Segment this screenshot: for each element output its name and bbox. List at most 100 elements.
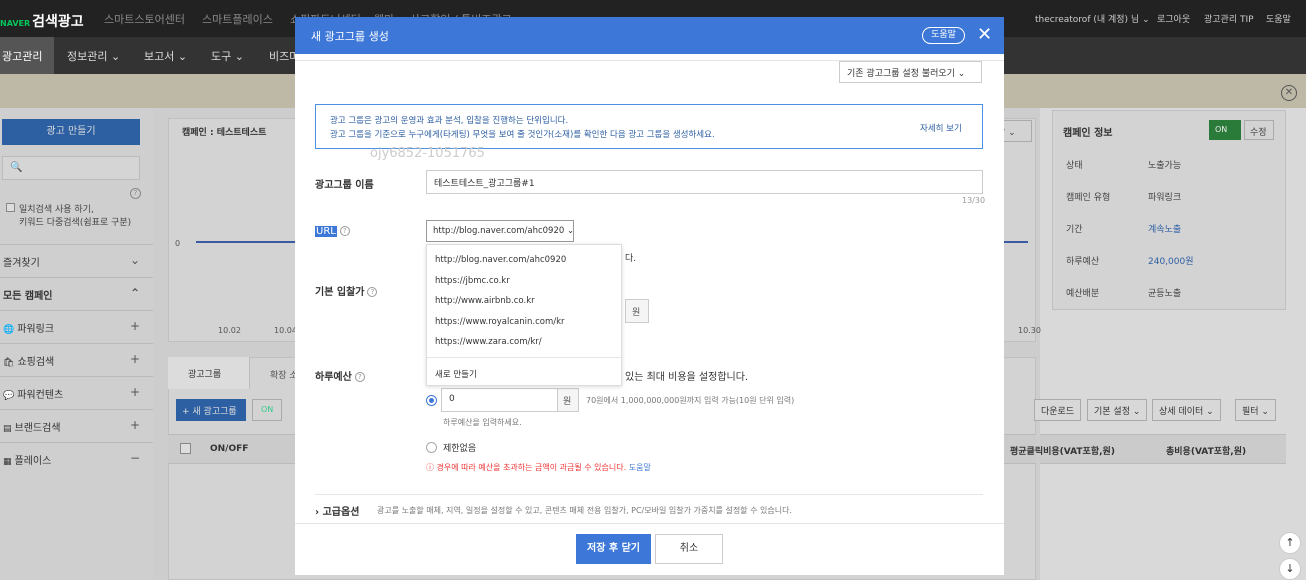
budget-unit: 원 [557, 388, 579, 412]
menu-info-manage[interactable]: 정보관리 ⌄ [67, 48, 120, 64]
sidebar-item-shopping[interactable]: 🛍 쇼핑검색 + [0, 343, 153, 376]
sidebar-item-all-campaigns[interactable]: 모든 캠페인 ⌃ [0, 277, 153, 310]
load-settings-dropdown[interactable]: 기존 광고그룹 설정 불러오기 ⌄ [839, 61, 982, 83]
budget-desc: 있는 최대 비용을 설정합니다. [625, 372, 749, 383]
close-icon[interactable]: ✕ [977, 24, 992, 45]
warning-help-link[interactable]: 도움말 [629, 463, 651, 472]
sidebar-item-powercontents[interactable]: 💬 파워컨텐츠 + [0, 376, 153, 409]
multi-search-label: 키워드 다중검색(쉼표로 구분) [19, 218, 132, 228]
campaign-on-toggle[interactable]: ON [1209, 120, 1241, 140]
col-avg-cpc[interactable]: 평균클릭비용(VAT포함,원) [1010, 444, 1115, 457]
y-tick-zero: 0 [175, 239, 181, 248]
daily-budget-input[interactable]: 0 [441, 388, 558, 412]
modal-header [295, 17, 1004, 54]
close-icon[interactable]: ✕ [1281, 85, 1297, 101]
x-tick-first: 10.02 [218, 326, 241, 335]
name-char-count: 13/30 [962, 196, 986, 205]
create-ad-button[interactable]: 광고 만들기 [2, 119, 140, 145]
col-total-cost[interactable]: 총비용(VAT포함,원) [1166, 444, 1246, 457]
info-value-budget[interactable]: 240,000원 [1148, 254, 1194, 267]
sidebar-item-place[interactable]: ▦ 플레이스 − [0, 442, 153, 475]
url-option[interactable]: https://www.royalcanin.com/kr [435, 317, 565, 327]
cancel-button[interactable]: 취소 [655, 534, 723, 564]
tip-link[interactable]: 광고관리 TIP [1204, 12, 1254, 25]
plus-icon: + [129, 385, 140, 399]
menu-ad-manage[interactable]: 광고관리 [0, 37, 54, 74]
x-tick-second: 10.04 [274, 326, 297, 335]
brand-icon: ▤ [3, 424, 12, 434]
col-onoff[interactable]: ON/OFF [210, 444, 248, 454]
budget-range-hint: 70원에서 1,000,000,000원까지 입력 가능(10원 단위 입력) [586, 396, 795, 405]
adgroup-name-input[interactable]: 테스트테스트_광고그룹#1 [426, 170, 983, 194]
campaign-info-title: 캠페인 정보 [1063, 128, 1113, 139]
user-account[interactable]: thecreatorof (내 계정) 님 ⌄ [1035, 12, 1150, 25]
basic-setting-dropdown[interactable]: 기본 설정 ⌄ [1087, 399, 1148, 421]
sidebar-item-powerlink[interactable]: 🌐 파워링크 + [0, 310, 153, 343]
exact-match-label: 일치검색 사용 하기, [19, 205, 94, 215]
chevron-down-icon: ⌄ [129, 253, 140, 267]
adgroup-name-label: 광고그룹 이름 [315, 180, 374, 191]
logout-link[interactable]: 로그아웃 [1157, 12, 1190, 25]
plus-icon: + [129, 319, 140, 333]
url-select[interactable]: http://blog.naver.com/ahc0920 ⌄ [426, 220, 574, 242]
nav-smartstore[interactable]: 스마트스토어센터 [104, 11, 185, 27]
url-option[interactable]: https://www.zara.com/kr/ [435, 337, 542, 347]
scroll-up-icon[interactable]: ↑ [1279, 532, 1301, 554]
info-value-status: 노출가능 [1148, 161, 1182, 171]
help-link[interactable]: 도움말 [1266, 12, 1291, 25]
filter-dropdown[interactable]: 필터 ⌄ [1235, 399, 1276, 421]
help-icon[interactable]: ? [130, 188, 141, 199]
url-option[interactable]: http://blog.naver.com/ahc0920 [435, 255, 566, 265]
watermark: ojy6852-1051765 [370, 146, 485, 161]
search-icon: 🔍 [10, 162, 23, 173]
campaign-info-panel [1052, 110, 1286, 310]
tab-adgroup[interactable]: 광고그룹 [168, 357, 250, 389]
campaign-edit-button[interactable]: 수정 [1244, 120, 1274, 140]
info-value-distribution: 균등노출 [1148, 289, 1182, 299]
info-value-type: 파워링크 [1148, 193, 1182, 203]
save-close-button[interactable]: 저장 후 닫기 [576, 534, 651, 564]
url-new-option[interactable]: 새로 만들기 [435, 368, 477, 380]
scroll-down-icon[interactable]: ↓ [1279, 558, 1301, 580]
menu-report[interactable]: 보고서 ⌄ [144, 48, 187, 64]
minus-icon: − [129, 451, 140, 465]
x-tick-last: 10.30 [1018, 326, 1041, 335]
naver-logo[interactable]: NAVER 검색광고 [0, 11, 84, 31]
url-dropdown-list: http://blog.naver.com/ahc0920 https://jb… [426, 244, 623, 386]
download-button[interactable]: 다운로드 [1034, 399, 1082, 421]
chat-icon: 💬 [3, 391, 15, 401]
modal-title: 새 광고그룹 생성 [311, 30, 389, 43]
chevron-right-icon: › [315, 507, 320, 518]
budget-limit-radio[interactable] [426, 395, 437, 406]
advanced-options-toggle[interactable]: › 고급옵션 [315, 503, 359, 518]
on-toggle[interactable]: ON [252, 399, 282, 421]
exact-match-checkbox[interactable] [6, 203, 15, 212]
plus-icon: + [129, 418, 140, 432]
unlimited-radio[interactable] [426, 442, 437, 453]
divider [315, 494, 983, 495]
unlimited-label: 제한없음 [443, 444, 477, 454]
sidebar-item-favorites[interactable]: 즐겨찾기 ⌄ [0, 244, 153, 277]
info-more-link[interactable]: 자세히 보기 [920, 122, 962, 134]
url-option[interactable]: https://jbmc.co.kr [435, 276, 510, 286]
chevron-up-icon: ⌃ [129, 286, 140, 300]
divider [427, 357, 623, 358]
help-icon[interactable]: ? [339, 226, 350, 236]
sidebar-search-input[interactable]: 🔍 [2, 156, 140, 180]
modal-help-button[interactable]: 도움말 [922, 27, 965, 44]
info-label-distribution: 예산배분 [1066, 289, 1100, 299]
plus-icon: + [129, 352, 140, 366]
url-label: URL? [315, 226, 350, 237]
new-adgroup-modal: 새 광고그룹 생성 도움말 ✕ 기존 광고그룹 설정 불러오기 ⌄ 광고 그룹은… [295, 17, 1004, 575]
help-icon[interactable]: ? [354, 372, 365, 382]
select-all-checkbox[interactable] [180, 443, 191, 454]
nav-smartplace[interactable]: 스마트플레이스 [202, 11, 273, 27]
menu-tools[interactable]: 도구 ⌄ [211, 48, 244, 64]
new-adgroup-button[interactable]: + 새 광고그룹 [176, 399, 246, 421]
url-option[interactable]: http://www.airbnb.co.kr [435, 296, 535, 306]
sidebar-item-brand[interactable]: ▤ 브랜드검색 + [0, 409, 153, 442]
detail-data-dropdown[interactable]: 상세 데이터 ⌄ [1152, 399, 1221, 421]
info-value-period[interactable]: 계속노출 [1148, 222, 1181, 235]
budget-warning: ⓘ 경우에 따라 예산을 초과하는 금액이 과금될 수 있습니다. 도움말 [426, 463, 651, 472]
help-icon[interactable]: ? [367, 287, 378, 297]
